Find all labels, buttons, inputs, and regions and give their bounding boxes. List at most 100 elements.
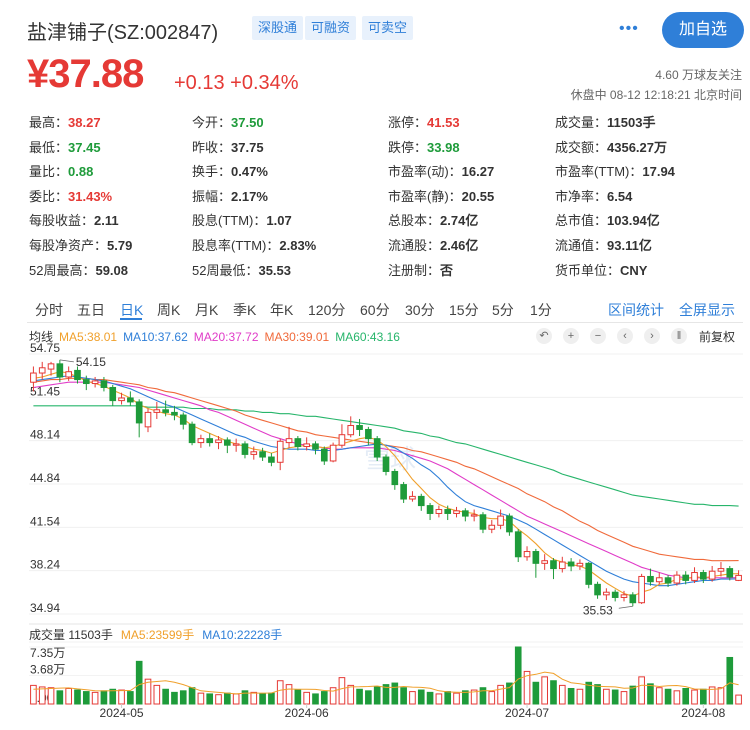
high-marker-line: [59, 359, 74, 363]
stat-value: 31.43%: [68, 188, 113, 204]
candle-body: [268, 456, 275, 463]
volume-bar: [250, 691, 258, 705]
stat-label: 涨停：: [388, 115, 428, 130]
volume-bar: [594, 684, 601, 705]
stat-label: 每股收益：: [29, 213, 95, 229]
volume-bar: [567, 687, 575, 705]
y-tick-label: 34.94: [30, 601, 60, 615]
y-tick-label: 38.24: [30, 558, 60, 572]
volume-bar: [611, 689, 619, 705]
tab-period[interactable]: 年K: [270, 300, 293, 320]
candle-body: [435, 509, 443, 514]
stat-item: 市净率：6.54: [555, 186, 632, 205]
volume-bar: [312, 693, 319, 705]
candle-body: [585, 562, 593, 585]
stat-value: 93.11亿: [607, 238, 652, 253]
stat-value: CNY: [620, 262, 648, 278]
stat-value: 5.79: [107, 238, 133, 253]
stat-item: 量比：0.88: [29, 161, 93, 180]
volume-bar: [691, 689, 698, 705]
tab-period[interactable]: 分时: [35, 300, 63, 320]
volume-bar: [700, 688, 707, 705]
volume-bar: [673, 690, 681, 705]
candle-body: [47, 363, 55, 370]
volume-bar: [735, 694, 742, 705]
candle-body: [338, 434, 346, 446]
stats-row: 最低：37.45 昨收：37.75 跌停：33.98 成交额：4356.27万: [29, 137, 749, 161]
stat-item: 跌停：33.98: [388, 137, 460, 156]
stat-item: 成交量：11503手: [555, 112, 655, 131]
volume-bar: [655, 687, 663, 705]
candle-body: [320, 448, 328, 462]
stat-item: 流通股：2.46亿: [388, 235, 478, 254]
candle-body: [682, 574, 690, 581]
kline-chart[interactable]: 54.7551.4548.1444.8441.5438.2434.94雪球54.…: [0, 340, 750, 730]
stat-value: 6.54: [607, 188, 633, 204]
stat-value: 4356.27万: [607, 139, 668, 155]
volume-bar: [47, 687, 55, 705]
volume-bar: [550, 680, 557, 705]
add-watchlist-button[interactable]: 加自选: [662, 12, 744, 48]
stat-label: 货币单位：: [555, 262, 621, 278]
stats-row: 每股收益：2.11 股息(TTM)：1.07 总股本：2.74亿 总市值：103.94…: [29, 210, 749, 234]
stat-item: 52周最高：59.08: [29, 260, 128, 279]
candle-body: [558, 561, 566, 570]
tab-period[interactable]: 月K: [195, 300, 218, 320]
tab-period[interactable]: 5分: [492, 300, 514, 320]
tab-period[interactable]: 30分: [405, 300, 435, 320]
candle-body: [303, 443, 310, 448]
tab-period[interactable]: 1分: [530, 300, 552, 320]
low-marker-line: [618, 605, 633, 609]
volume-bar: [417, 689, 425, 705]
candle-body: [567, 561, 575, 567]
candle-body: [294, 438, 302, 448]
stat-item: 股息率(TTM)：2.83%: [192, 235, 316, 254]
tab-period[interactable]: 季K: [233, 300, 256, 320]
volume-bar: [356, 688, 363, 705]
range-stats-link[interactable]: 区间统计: [608, 300, 664, 320]
tab-period[interactable]: 120分: [308, 300, 345, 320]
stat-value: 0.47%: [231, 164, 268, 180]
stat-label: 最高：: [29, 115, 69, 130]
volume-bar: [179, 690, 187, 705]
volume-bar: [30, 684, 37, 705]
tab-period[interactable]: 周K: [157, 300, 180, 320]
follower-count[interactable]: 4.60 万球友关注: [655, 66, 742, 83]
stat-value: 37.50: [231, 115, 264, 130]
stat-label: 流通股：: [388, 238, 441, 253]
volume-bar: [268, 692, 275, 705]
candle-body: [373, 438, 381, 458]
stat-value: 17.94: [642, 164, 675, 180]
candle-body: [523, 551, 531, 558]
stat-value: 2.74亿: [440, 213, 479, 229]
candle-body: [171, 411, 178, 416]
tab-period[interactable]: 五日: [77, 300, 105, 320]
x-tick-label: 2024-07: [505, 706, 549, 720]
stat-item: 委比：31.43%: [29, 186, 112, 205]
volume-bar: [224, 692, 231, 705]
tab-period[interactable]: 日K: [120, 300, 143, 320]
volume-bar: [118, 689, 125, 705]
tag-margin[interactable]: 可融资: [305, 16, 357, 40]
tag-hk-connect[interactable]: 深股通: [252, 16, 304, 40]
x-tick-label: 2024-06: [285, 706, 329, 720]
volume-bar: [365, 690, 372, 705]
volume-bar: [479, 687, 487, 705]
tag-short-sell[interactable]: 可卖空: [362, 16, 414, 40]
tab-period[interactable]: 15分: [449, 300, 479, 320]
fullscreen-link[interactable]: 全屏显示: [679, 300, 735, 320]
y-tick-label: 41.54: [30, 514, 60, 528]
candle-body: [638, 575, 645, 604]
stat-item: 流通值：93.11亿: [555, 235, 652, 254]
candle-body: [629, 594, 637, 604]
stat-label: 流通值：: [555, 238, 608, 253]
candle-body: [144, 411, 152, 428]
stats-row: 每股净资产：5.79 股息率(TTM)：2.83% 流通股：2.46亿 流通值：93.…: [29, 235, 749, 259]
tab-period[interactable]: 60分: [360, 300, 390, 320]
chat-icon[interactable]: •••: [619, 20, 639, 38]
stat-label: 市盈率(动)：: [388, 164, 462, 180]
stat-label: 总股本：: [388, 213, 441, 229]
volume-bar: [400, 687, 407, 705]
stat-item: 市盈率(动)：16.27: [388, 161, 494, 180]
stat-label: 委比：: [29, 188, 69, 204]
